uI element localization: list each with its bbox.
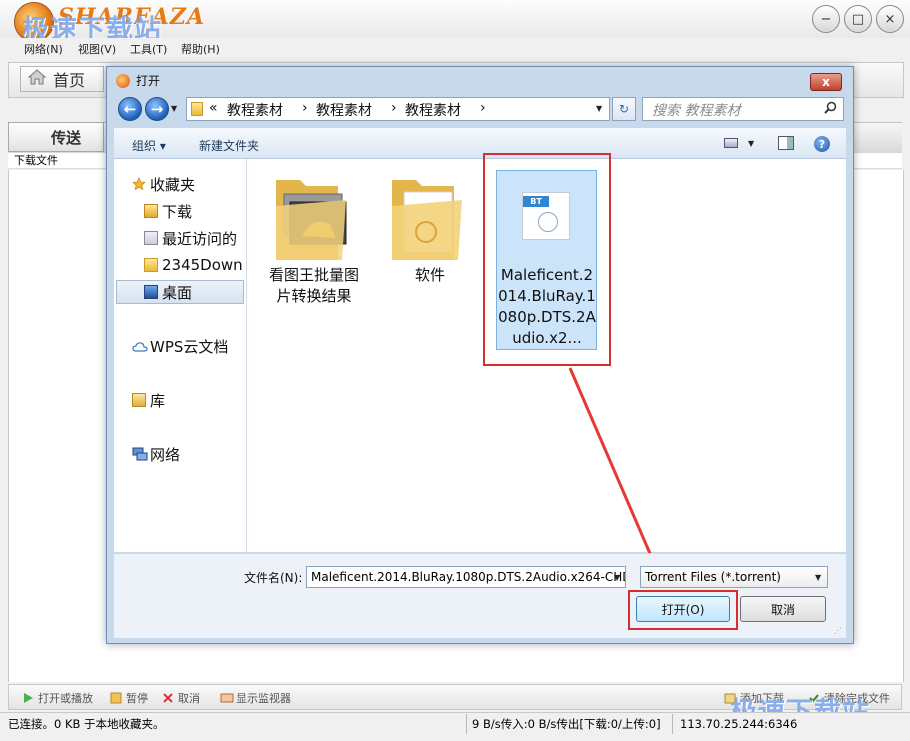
cancel-button[interactable]: 取消: [740, 596, 826, 622]
annotation-highlight-open: [628, 590, 738, 630]
filename-label: 文件名(N):: [244, 571, 303, 585]
resize-grip[interactable]: ⋰: [834, 626, 842, 635]
filename-input[interactable]: Maleficent.2014.BluRay.1080p.DTS.2Audio.…: [306, 566, 626, 588]
file-type-dropdown[interactable]: ▼: [815, 573, 821, 582]
filename-dropdown[interactable]: ▼: [614, 573, 620, 582]
file-type-select[interactable]: Torrent Files (*.torrent): [640, 566, 828, 588]
